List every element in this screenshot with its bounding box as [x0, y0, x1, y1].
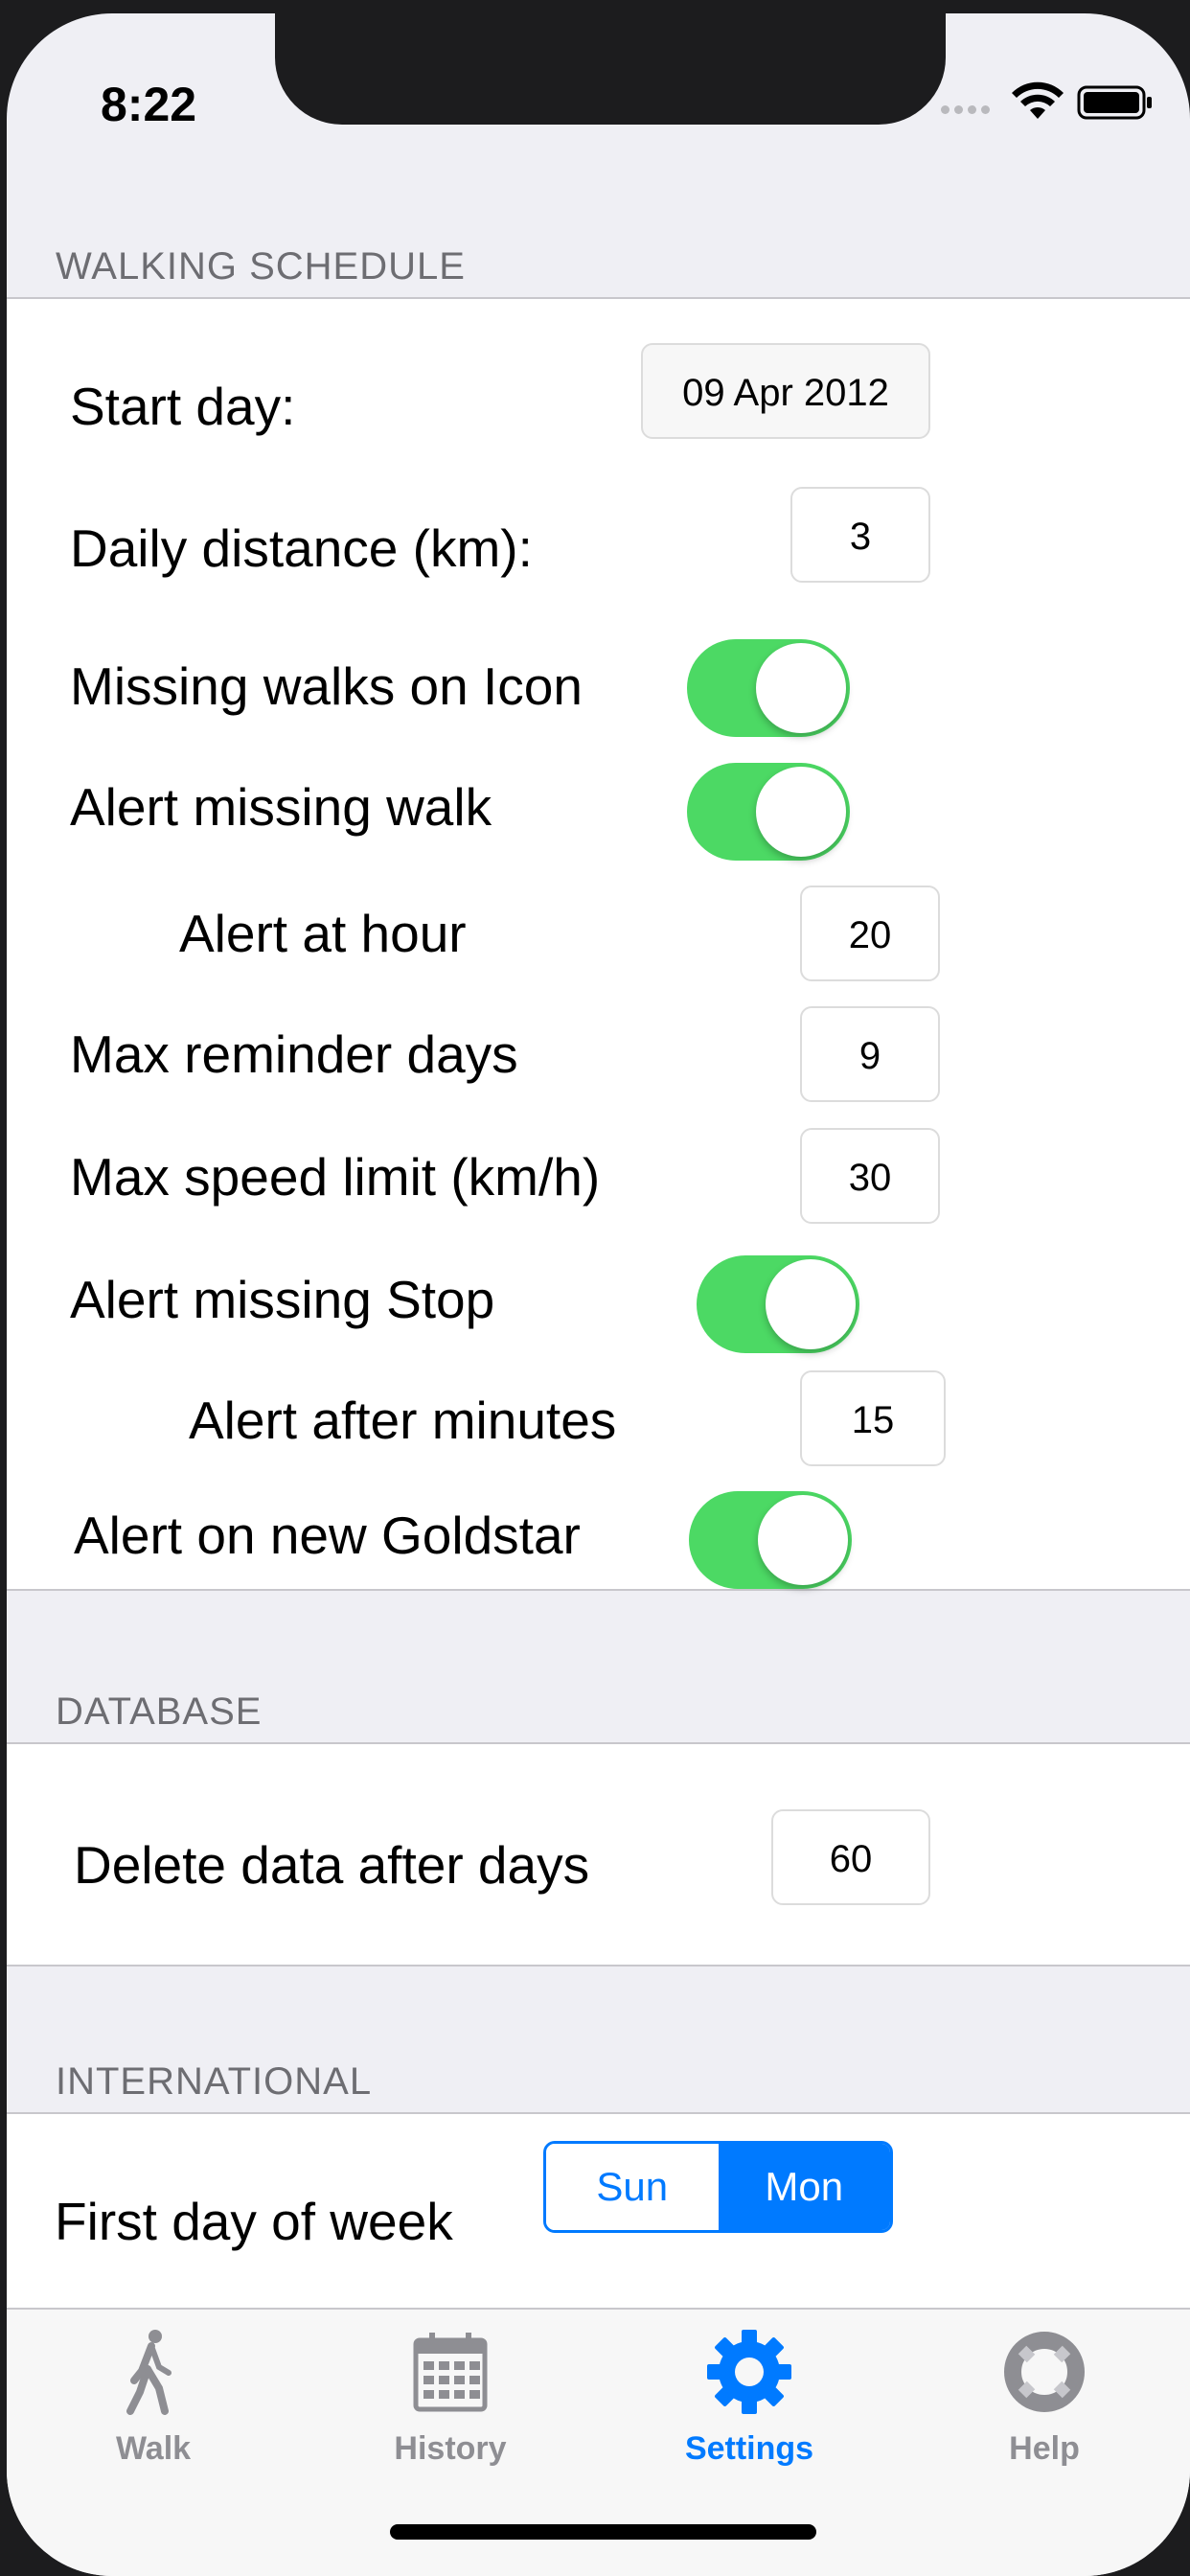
delete-data-after-days-label: Delete data after days — [74, 1835, 590, 1895]
home-indicator — [390, 2524, 816, 2540]
daily-distance-field[interactable]: 3 — [790, 487, 930, 583]
alert-at-hour-label: Alert at hour — [179, 904, 467, 963]
alert-new-goldstar-toggle[interactable] — [689, 1491, 852, 1589]
toggle-knob — [756, 643, 846, 733]
start-day-field[interactable]: 09 Apr 2012 — [641, 343, 930, 439]
tab-label: Help — [1009, 2430, 1080, 2467]
segment-sun[interactable]: Sun — [546, 2144, 719, 2230]
tab-help[interactable]: Help — [949, 2329, 1140, 2468]
delete-data-after-days-field[interactable]: 60 — [771, 1809, 930, 1905]
daily-distance-label: Daily distance (km): — [70, 518, 533, 578]
section-header-walking-schedule: WALKING SCHEDULE — [56, 245, 466, 288]
section-header-database: DATABASE — [56, 1690, 263, 1733]
missing-walks-icon-label: Missing walks on Icon — [70, 656, 583, 716]
wifi-icon — [1012, 81, 1064, 119]
first-day-of-week-label: First day of week — [55, 2192, 453, 2251]
tab-walk[interactable]: Walk — [57, 2329, 249, 2468]
max-speed-limit-label: Max speed limit (km/h) — [70, 1147, 601, 1207]
alert-missing-walk-toggle[interactable] — [687, 763, 850, 861]
max-reminder-days-label: Max reminder days — [70, 1024, 518, 1084]
tab-label: Walk — [115, 2430, 192, 2467]
tab-label: History — [394, 2430, 507, 2467]
toggle-knob — [758, 1495, 848, 1585]
alert-after-minutes-field[interactable]: 15 — [800, 1370, 946, 1466]
status-time: 8:22 — [101, 78, 197, 131]
alert-missing-walk-label: Alert missing walk — [70, 777, 492, 837]
battery-icon — [1077, 85, 1152, 120]
alert-at-hour-field[interactable]: 20 — [800, 886, 940, 981]
start-day-label: Start day: — [70, 377, 296, 436]
max-reminder-days-field[interactable]: 9 — [800, 1006, 940, 1102]
lifebuoy-icon — [1004, 2332, 1085, 2412]
signal-icon — [941, 102, 998, 114]
gear-icon — [707, 2330, 791, 2414]
walk-icon — [126, 2330, 172, 2415]
tab-label: Settings — [684, 2430, 814, 2467]
first-day-of-week-segmented-control[interactable]: Sun Mon — [543, 2141, 893, 2233]
tab-history[interactable]: History — [355, 2329, 546, 2468]
max-speed-limit-field[interactable]: 30 — [800, 1128, 940, 1224]
notch — [275, 13, 946, 125]
toggle-knob — [766, 1259, 856, 1349]
alert-after-minutes-label: Alert after minutes — [189, 1391, 617, 1450]
missing-walks-icon-toggle[interactable] — [687, 639, 850, 737]
alert-missing-stop-label: Alert missing Stop — [70, 1270, 495, 1329]
alert-new-goldstar-label: Alert on new Goldstar — [74, 1506, 581, 1565]
tab-settings[interactable]: Settings — [653, 2329, 845, 2468]
segment-mon[interactable]: Mon — [718, 2144, 890, 2230]
alert-missing-stop-toggle[interactable] — [697, 1255, 859, 1353]
phone-screen: 8:22 WALKING SCHEDULE Start day: 09 Apr … — [7, 13, 1190, 2576]
section-header-international: INTERNATIONAL — [56, 2060, 373, 2103]
toggle-knob — [756, 767, 846, 857]
calendar-icon — [413, 2333, 488, 2412]
